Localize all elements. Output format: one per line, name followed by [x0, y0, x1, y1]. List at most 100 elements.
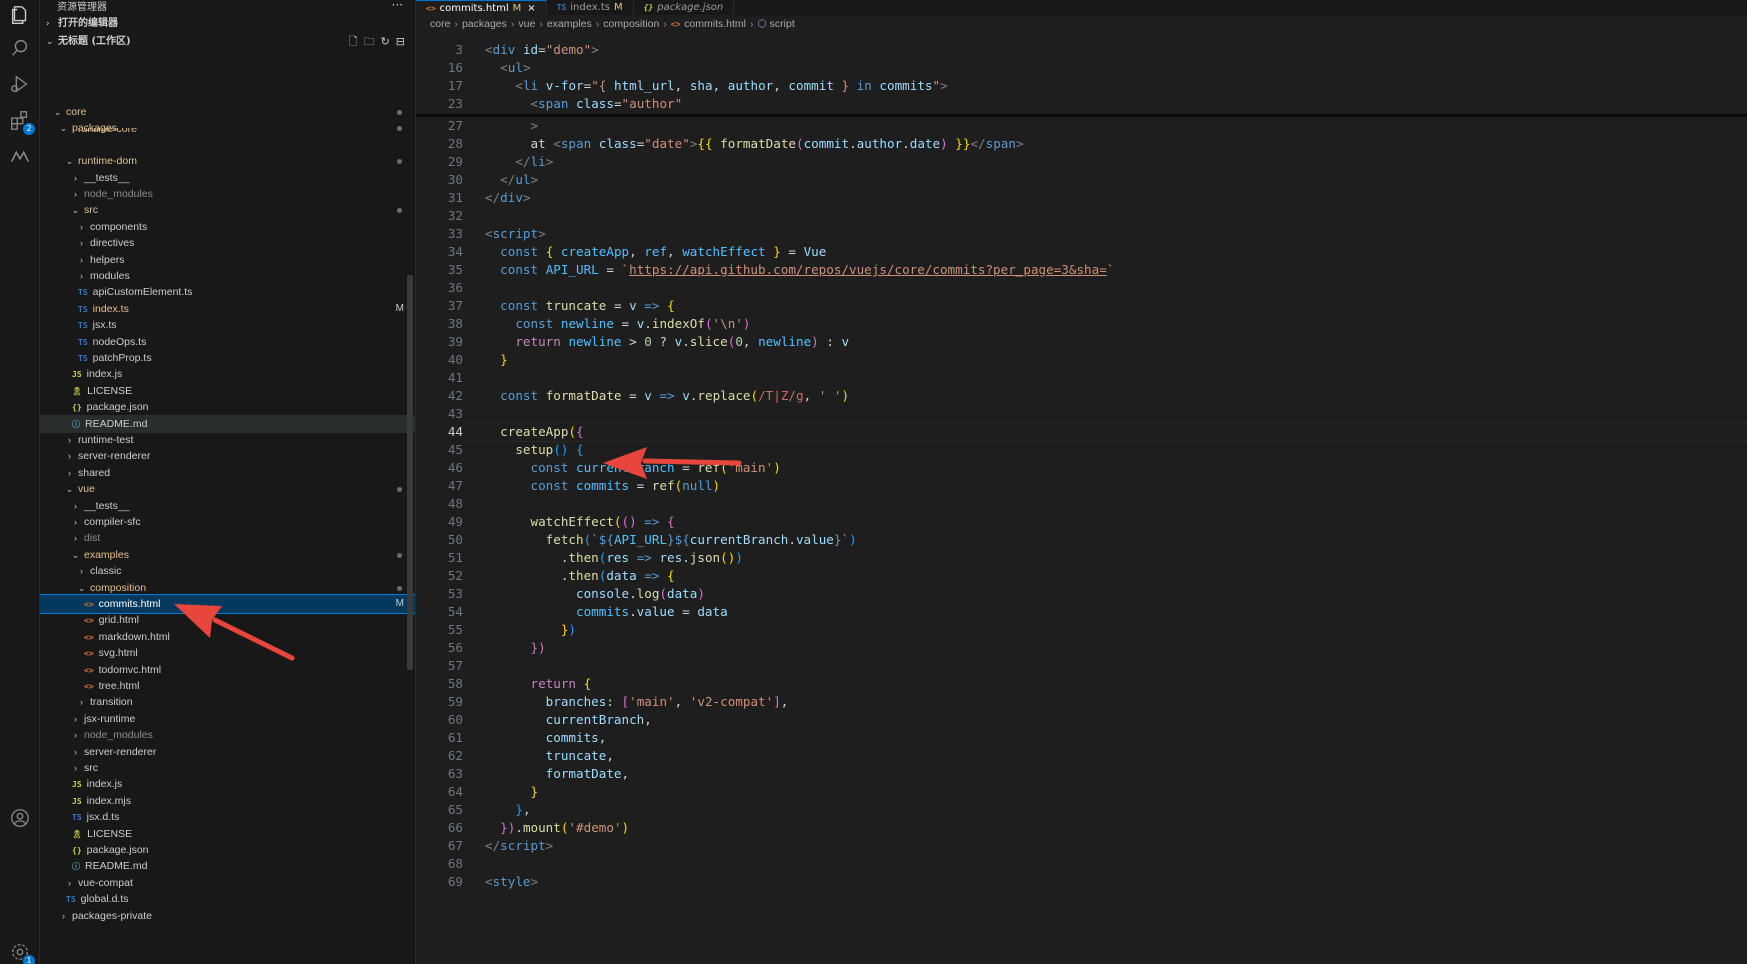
tree-folder[interactable]: › directives — [40, 234, 415, 252]
tree-folder[interactable]: › dist — [40, 529, 415, 547]
code-line[interactable]: } — [485, 350, 508, 370]
code-line[interactable]: branches: ['main', 'v2-compat'], — [485, 692, 789, 712]
code-line[interactable]: return { — [485, 674, 592, 694]
code-line[interactable]: const currentBranch = ref('main') — [485, 458, 781, 478]
tree-folder[interactable]: › compiler-sfc — [40, 513, 415, 531]
code-line[interactable]: } — [485, 782, 539, 802]
new-folder-icon[interactable]: 🗀 — [364, 33, 375, 51]
code-line[interactable]: .then(data => { — [485, 566, 675, 586]
tree-folder[interactable]: › __tests__ — [40, 497, 415, 515]
code-line[interactable]: .then(res => res.json()) — [485, 548, 743, 568]
tree-file[interactable]: {} package.json — [40, 841, 415, 859]
tree-folder[interactable]: › packages-private — [40, 907, 415, 925]
tree-file[interactable]: TS patchProp.ts — [40, 349, 415, 367]
code-line[interactable]: <ul> — [485, 58, 530, 78]
tree-folder[interactable]: › components — [40, 218, 415, 236]
code-line[interactable]: commits.value = data — [485, 602, 728, 622]
code-line[interactable]: setup() { — [485, 440, 583, 460]
breadcrumb-item[interactable]: packages — [462, 18, 507, 30]
tree-folder[interactable]: › transition — [40, 693, 415, 711]
code-line[interactable]: const truncate = v => { — [485, 296, 674, 316]
editor-tab[interactable]: {} package.json — [634, 0, 735, 15]
code-line[interactable]: </div> — [485, 188, 531, 208]
tree-folder[interactable]: ⌄ runtime-dom — [40, 152, 415, 170]
editor-tab[interactable]: <> commits.html M × — [416, 0, 547, 15]
tree-folder[interactable]: ⌄ src — [40, 201, 415, 219]
close-icon[interactable]: × — [527, 3, 535, 14]
code-line[interactable]: fetch(`${API_URL}${currentBranch.value}`… — [485, 530, 857, 550]
breadcrumb-item[interactable]: script — [770, 18, 795, 30]
tree-file[interactable]: ⓘ README.md — [40, 857, 415, 875]
code-line[interactable]: at <span class="date">{{ formatDate(comm… — [485, 134, 1023, 154]
refresh-icon[interactable]: ↻ — [381, 33, 390, 51]
code-line[interactable]: > — [485, 116, 539, 136]
workspace-section[interactable]: ⌄ 无标题 (工作区) 🗋 🗀 ↻ ⊟ — [40, 33, 415, 51]
code-line[interactable]: </li> — [485, 152, 553, 172]
breadcrumb-item[interactable]: composition — [603, 18, 659, 30]
tree-file[interactable]: TS jsx.ts — [40, 316, 415, 334]
tree-folder[interactable]: › node_modules — [40, 185, 415, 203]
ai-assistant-icon[interactable] — [8, 144, 32, 168]
code-line[interactable]: </script> — [485, 836, 553, 856]
tree-folder[interactable]: › modules — [40, 267, 415, 285]
tree-file[interactable]: <> commits.html M — [40, 594, 415, 614]
breadcrumb-item[interactable]: vue — [518, 18, 535, 30]
settings-gear-icon[interactable]: 1 — [8, 940, 35, 964]
tree-folder[interactable]: › src — [40, 759, 415, 777]
breadcrumb-item[interactable]: commits.html — [684, 18, 746, 30]
tree-file[interactable]: <> svg.html — [40, 644, 415, 662]
open-editors-section[interactable]: › 打开的编辑器 — [40, 15, 415, 33]
code-line[interactable]: }).mount('#demo') — [485, 818, 629, 838]
tree-folder[interactable]: ⌄ composition — [40, 579, 415, 597]
tree-file[interactable]: TS global.d.ts — [40, 890, 415, 908]
tree-folder[interactable]: ⌄ examples — [40, 546, 415, 564]
tree-file[interactable]: JS index.js — [40, 775, 415, 793]
code-line[interactable]: }) — [485, 620, 576, 640]
run-debug-icon[interactable] — [8, 72, 32, 96]
tree-folder[interactable]: › server-renderer — [40, 743, 415, 761]
tree-file[interactable]: TS apiCustomElement.ts — [40, 283, 415, 301]
code-line[interactable]: const commits = ref(null) — [485, 476, 721, 496]
code-line[interactable]: const API_URL = `https://api.github.com/… — [485, 260, 1114, 280]
files-icon[interactable] — [8, 3, 32, 27]
code-line[interactable]: </ul> — [485, 170, 538, 190]
tree-folder[interactable]: › node_modules — [40, 726, 415, 744]
code-line[interactable]: truncate, — [485, 746, 614, 766]
tree-folder[interactable]: › classic — [40, 562, 415, 580]
code-line[interactable]: console.log(data) — [485, 584, 705, 604]
tree-folder[interactable]: › server-renderer — [40, 447, 415, 465]
tree-file[interactable]: TS nodeOps.ts — [40, 333, 415, 351]
editor-tab[interactable]: TS index.ts M — [547, 0, 634, 15]
code-line[interactable]: createApp({ — [485, 422, 583, 442]
tree-file[interactable]: TS jsx.d.ts — [40, 808, 415, 826]
code-line[interactable]: const formatDate = v => v.replace(/T|Z/g… — [485, 386, 849, 406]
tree-file[interactable]: JS index.mjs — [40, 792, 415, 810]
tree-file[interactable]: <> grid.html — [40, 611, 415, 629]
code-line[interactable]: watchEffect(() => { — [485, 512, 675, 532]
tree-folder[interactable]: › helpers — [40, 251, 415, 269]
new-file-icon[interactable]: 🗋 — [349, 33, 358, 51]
search-icon[interactable] — [8, 36, 32, 60]
code-line[interactable]: <span class="author" — [485, 94, 683, 114]
tree-file[interactable]: <> todomvc.html — [40, 661, 415, 679]
tree-file[interactable]: 🎗 LICENSE — [40, 382, 415, 400]
code-line[interactable]: return newline > 0 ? v.slice(0, newline)… — [485, 332, 849, 352]
collapse-all-icon[interactable]: ⊟ — [396, 33, 405, 51]
tree-file[interactable]: <> markdown.html — [40, 628, 415, 646]
code-line[interactable]: const newline = v.indexOf('\n') — [485, 314, 750, 334]
breadcrumb-item[interactable]: core — [430, 18, 450, 30]
tree-folder[interactable]: › shared — [40, 464, 415, 482]
account-icon[interactable] — [8, 806, 32, 830]
code-line[interactable]: <li v-for="{ html_url, sha, author, comm… — [485, 76, 947, 96]
code-line[interactable]: }) — [485, 638, 546, 658]
breadcrumb-item[interactable]: examples — [547, 18, 592, 30]
code-line[interactable]: currentBranch, — [485, 710, 652, 730]
tree-file[interactable]: {} package.json — [40, 398, 415, 416]
code-editor[interactable]: 3 <div id="demo"> 16 <ul> 17 <li v-for="{ h… — [416, 40, 1747, 964]
tree-folder[interactable]: › runtime-test — [40, 431, 415, 449]
code-line[interactable]: }, — [485, 800, 530, 820]
sidebar-scrollbar[interactable] — [407, 275, 413, 670]
more-actions-icon[interactable]: ··· — [392, 0, 403, 13]
tree-folder[interactable]: › __tests__ — [40, 169, 415, 187]
tree-folder[interactable]: › vue-compat — [40, 874, 415, 892]
